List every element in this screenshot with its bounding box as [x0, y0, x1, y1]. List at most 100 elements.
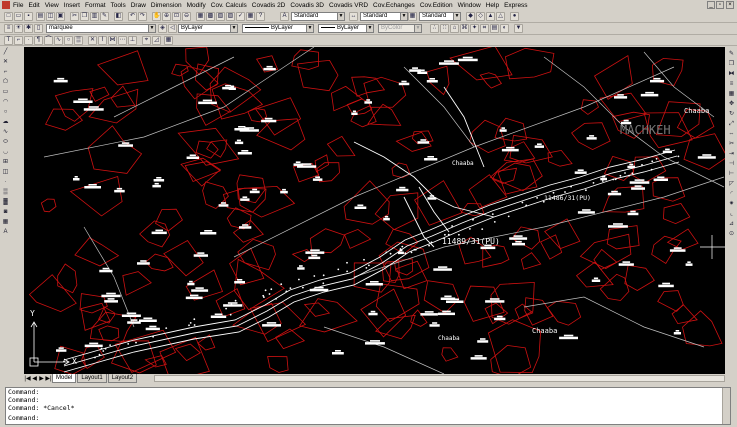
zoom-previous-icon[interactable]: ⊖: [182, 12, 191, 21]
label-tool-icon[interactable]: ¶: [34, 36, 43, 45]
menu-covadis-2d[interactable]: Covadis 2D: [252, 2, 286, 9]
point-tool-icon[interactable]: ·: [24, 36, 33, 45]
match-properties-icon[interactable]: ✎: [100, 12, 109, 21]
covadis-tool-a-icon[interactable]: ∴: [430, 24, 439, 33]
layer-on-icon[interactable]: ☀: [14, 24, 23, 33]
cad-drawing[interactable]: [24, 47, 725, 374]
command-scrollbar[interactable]: [722, 388, 730, 424]
trim-icon[interactable]: ✂: [727, 140, 736, 149]
menu-cov-echanges[interactable]: Cov.Echanges: [373, 2, 415, 9]
polyline-tool-icon[interactable]: ⌇: [98, 36, 107, 45]
layer-previous-icon[interactable]: ◁: [168, 24, 177, 33]
mirror-icon[interactable]: ⧓: [727, 70, 736, 79]
array-icon[interactable]: ▦: [727, 90, 736, 99]
ellipse-arc-icon[interactable]: ◡: [1, 148, 10, 157]
menu-covadis-3d[interactable]: Covadis 3D: [290, 2, 324, 9]
leader-icon[interactable]: ⌐: [14, 36, 23, 45]
prev-tab-icon[interactable]: ◀: [31, 375, 38, 382]
menu-covadis-vrd[interactable]: Covadis VRD: [329, 2, 368, 9]
area-tool-icon[interactable]: ◿: [152, 36, 161, 45]
menu-file[interactable]: File: [13, 2, 23, 9]
new-file-icon[interactable]: □: [4, 12, 13, 21]
dim-style-select[interactable]: Standard ▼: [360, 12, 408, 21]
save-icon[interactable]: ▪: [24, 12, 33, 21]
join-tool-icon[interactable]: ⋯: [118, 36, 127, 45]
next-tab-icon[interactable]: ▶: [38, 375, 45, 382]
covadis-tool-h-icon[interactable]: ◐: [500, 24, 509, 33]
curve-tool-icon[interactable]: ∿: [54, 36, 63, 45]
pan-icon[interactable]: ✋: [152, 12, 161, 21]
dim-style-icon[interactable]: ↔: [349, 12, 358, 21]
zoom-window-icon[interactable]: ⊡: [172, 12, 181, 21]
layer-select[interactable]: marquee ▼: [46, 24, 156, 33]
covadis-tool-d-icon[interactable]: ⌘: [460, 24, 469, 33]
menu-modify[interactable]: Modify: [187, 2, 206, 9]
plot-icon[interactable]: ▤: [36, 12, 45, 21]
circle-icon[interactable]: ○: [1, 108, 10, 117]
drawing-canvas[interactable]: Chaaba Chaaba Chaaba Chaaba MACHKEH 1148…: [24, 47, 725, 374]
menu-tools[interactable]: Tools: [111, 2, 126, 9]
cut-icon[interactable]: ✂: [70, 12, 79, 21]
construction-line-icon[interactable]: ✕: [1, 58, 10, 67]
text-style-select[interactable]: Standard ▼: [291, 12, 345, 21]
multiline-text-icon[interactable]: A: [1, 228, 10, 237]
chamfer-icon[interactable]: ◸: [727, 180, 736, 189]
calculator-icon[interactable]: ▦: [246, 12, 255, 21]
menu-help[interactable]: Help: [486, 2, 499, 9]
hatch-tool-icon[interactable]: ▒: [74, 36, 83, 45]
covadis-tool-b-icon[interactable]: ∷: [440, 24, 449, 33]
ucs-world-icon[interactable]: ⊙: [727, 230, 736, 239]
make-current-layer-icon[interactable]: ◈: [158, 24, 167, 33]
menu-window[interactable]: Window: [458, 2, 481, 9]
move-icon[interactable]: ✥: [727, 100, 736, 109]
rotate-icon[interactable]: ↻: [727, 110, 736, 119]
explode-icon[interactable]: ✷: [727, 200, 736, 209]
menu-view[interactable]: View: [45, 2, 59, 9]
tab-model[interactable]: Model: [52, 374, 77, 383]
arc-icon[interactable]: ◠: [1, 98, 10, 107]
rectangle-icon[interactable]: ▭: [1, 88, 10, 97]
fillet-icon[interactable]: ◜: [727, 190, 736, 199]
covadis-icon-2[interactable]: ◇: [476, 12, 485, 21]
design-center-icon[interactable]: ▩: [206, 12, 215, 21]
first-tab-icon[interactable]: |◀: [24, 375, 31, 382]
ucs-icon[interactable]: ⌞: [727, 210, 736, 219]
stretch-icon[interactable]: ⇔: [727, 130, 736, 139]
copy-object-icon[interactable]: ❐: [727, 60, 736, 69]
text-style-icon[interactable]: A: [280, 12, 289, 21]
redo-icon[interactable]: ↷: [138, 12, 147, 21]
break-icon[interactable]: ⊣: [727, 160, 736, 169]
tool-palettes-icon[interactable]: ▧: [216, 12, 225, 21]
horizontal-scrollbar[interactable]: [154, 375, 725, 382]
revision-cloud-icon[interactable]: ☁: [1, 118, 10, 127]
split-tool-icon[interactable]: ⊥: [128, 36, 137, 45]
minimize-icon[interactable]: _: [707, 1, 715, 9]
tab-layout1[interactable]: Layout1: [77, 374, 107, 383]
block-editor-icon[interactable]: ◧: [114, 12, 123, 21]
command-prompt[interactable]: Command:: [6, 414, 730, 422]
table-icon[interactable]: ▦: [1, 218, 10, 227]
publish-icon[interactable]: ▣: [56, 12, 65, 21]
sheet-set-icon[interactable]: ▨: [226, 12, 235, 21]
layer-freeze-icon[interactable]: ✱: [24, 24, 33, 33]
layer-manager-icon[interactable]: ≡: [4, 24, 13, 33]
arc-label-icon[interactable]: ⌒: [44, 36, 53, 45]
covadis-icon-5[interactable]: ●: [510, 12, 519, 21]
restore-icon[interactable]: ▫: [716, 1, 724, 9]
spline-icon[interactable]: ∿: [1, 128, 10, 137]
command-window[interactable]: Command: Command: Command: *Cancel* Comm…: [5, 387, 731, 425]
gradient-icon[interactable]: ▓: [1, 198, 10, 207]
grid-tool-icon[interactable]: ▦: [164, 36, 173, 45]
table-style-select[interactable]: Standard ▼: [419, 12, 461, 21]
covadis-icon-1[interactable]: ◆: [466, 12, 475, 21]
vertex-tool-icon[interactable]: ⋈: [108, 36, 117, 45]
close-icon[interactable]: ×: [726, 1, 734, 9]
menu-express[interactable]: Express: [504, 2, 527, 9]
polygon-icon[interactable]: ⬠: [1, 78, 10, 87]
open-folder-icon[interactable]: ▭: [14, 12, 23, 21]
menu-dimension[interactable]: Dimension: [151, 2, 182, 9]
color-select[interactable]: ByLayer ▼: [178, 24, 238, 33]
menu-draw[interactable]: Draw: [131, 2, 146, 9]
menu-insert[interactable]: Insert: [64, 2, 80, 9]
covadis-icon-3[interactable]: ▲: [486, 12, 495, 21]
